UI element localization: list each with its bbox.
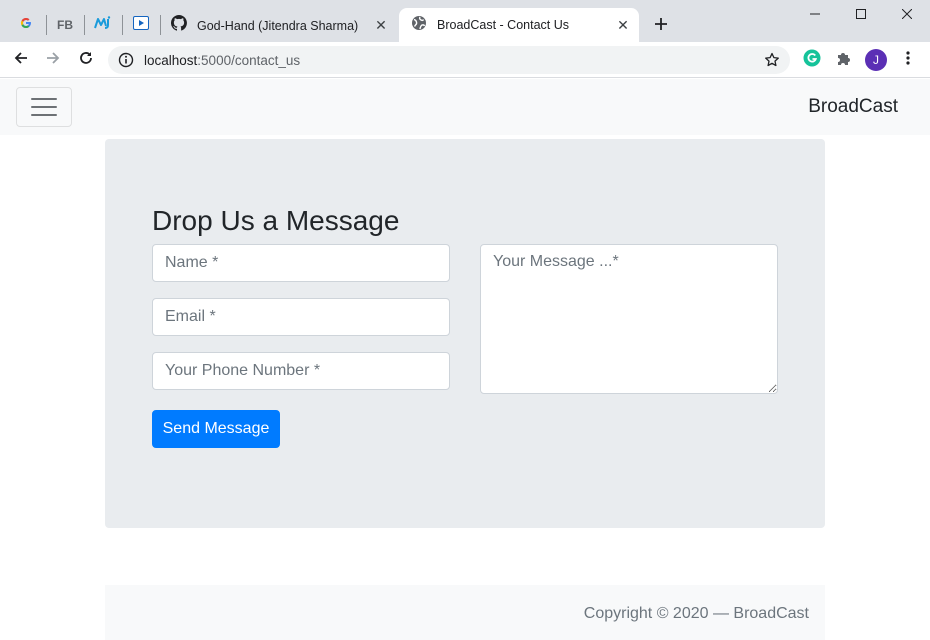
address-bar[interactable]: localhost:5000/contact_us	[108, 46, 790, 74]
forward-button[interactable]	[39, 46, 67, 74]
minimize-icon	[810, 6, 820, 24]
maximize-icon	[856, 6, 866, 24]
url-text: localhost:5000/contact_us	[144, 53, 300, 68]
google-icon	[18, 15, 34, 36]
tab-divider	[46, 15, 47, 35]
tab-broadcast-contact[interactable]: BroadCast - Contact Us ✕	[399, 8, 639, 42]
email-input[interactable]	[152, 298, 450, 336]
message-textarea[interactable]	[480, 244, 778, 394]
site-footer: Copyright © 2020 — BroadCast	[105, 585, 825, 640]
pinned-tab-mj[interactable]	[88, 9, 118, 41]
grammarly-icon	[803, 49, 821, 72]
profile-avatar[interactable]: J	[864, 48, 888, 72]
mj-logo-icon	[94, 15, 112, 35]
hamburger-line	[31, 114, 57, 116]
send-message-button[interactable]: Send Message	[152, 410, 280, 448]
github-icon	[170, 15, 187, 36]
browser-menu-button[interactable]	[898, 50, 918, 70]
back-button[interactable]	[7, 46, 35, 74]
grammarly-extension[interactable]	[802, 49, 822, 72]
globe-icon	[411, 15, 427, 36]
fb-icon: FB	[57, 18, 73, 32]
url-host: localhost	[144, 52, 198, 68]
navbar-toggler-button[interactable]	[16, 87, 72, 127]
arrow-left-icon	[13, 50, 29, 71]
phone-input[interactable]	[152, 352, 450, 390]
url-path: :5000/contact_us	[197, 52, 301, 68]
reload-button[interactable]	[72, 46, 100, 74]
minimize-button[interactable]	[792, 0, 838, 30]
video-play-icon	[133, 15, 149, 35]
hamburger-line	[31, 106, 57, 108]
pinned-tab-google[interactable]	[11, 9, 41, 41]
contact-form-panel: Drop Us a Message Send Message	[105, 139, 825, 528]
name-input[interactable]	[152, 244, 450, 282]
tab-title: God-Hand (Jitendra Sharma)	[197, 18, 359, 33]
browser-toolbar: localhost:5000/contact_us J	[0, 42, 930, 78]
tab-github[interactable]: God-Hand (Jitendra Sharma) ✕	[161, 9, 397, 42]
pinned-tab-fb[interactable]: FB	[50, 9, 80, 41]
browser-tab-strip: FB God-Hand (Jitendra Sharma) ✕ BroadCas…	[0, 0, 930, 42]
reload-icon	[78, 50, 94, 71]
close-icon[interactable]: ✕	[615, 17, 631, 33]
hamburger-line	[31, 98, 57, 100]
info-icon[interactable]	[118, 52, 134, 68]
close-icon[interactable]: ✕	[373, 17, 389, 34]
extensions-button[interactable]	[834, 50, 854, 70]
page-title: Drop Us a Message	[152, 205, 400, 236]
site-navbar: BroadCast	[0, 79, 930, 135]
new-tab-button[interactable]	[648, 13, 674, 39]
maximize-button[interactable]	[838, 0, 884, 30]
star-icon[interactable]	[764, 52, 780, 68]
puzzle-icon	[836, 50, 852, 71]
plus-icon	[654, 17, 668, 36]
kebab-menu-icon	[906, 50, 910, 71]
tab-divider	[122, 15, 123, 35]
close-window-icon	[901, 6, 913, 24]
close-window-button[interactable]	[884, 0, 930, 30]
pinned-tab-video[interactable]	[126, 9, 156, 41]
arrow-right-icon	[45, 50, 61, 71]
avatar: J	[865, 49, 887, 71]
copyright-text: Copyright © 2020 — BroadCast	[583, 605, 809, 622]
tab-title: BroadCast - Contact Us	[437, 18, 569, 32]
tab-divider	[84, 15, 85, 35]
navbar-brand[interactable]: BroadCast	[808, 96, 898, 118]
